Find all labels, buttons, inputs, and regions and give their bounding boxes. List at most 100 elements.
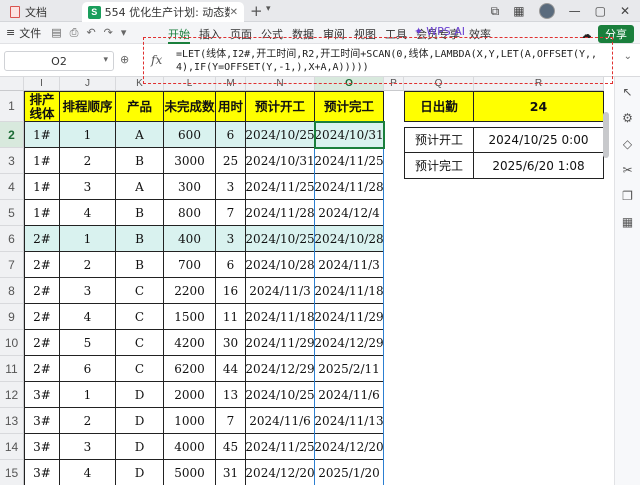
tab-view[interactable]: 视图 — [354, 26, 376, 44]
column-header-p[interactable]: P — [384, 77, 404, 91]
table-cell[interactable]: 800 — [164, 200, 216, 226]
tab-efficiency[interactable]: 效率 — [469, 26, 491, 44]
column-header-j[interactable]: J — [60, 77, 116, 91]
panel-value-daily[interactable]: 24 — [474, 91, 604, 122]
grid-view-icon[interactable]: ▦ — [513, 4, 524, 18]
header-cell-product[interactable]: 产品 — [116, 91, 164, 122]
row-header-5[interactable]: 5 — [0, 200, 24, 226]
panel-label-end[interactable]: 预计完工 — [404, 153, 474, 179]
tab-formula[interactable]: 公式 — [261, 26, 283, 44]
window-layout-icon[interactable]: ⧉ — [491, 4, 500, 19]
table-cell[interactable]: 1500 — [164, 304, 216, 330]
row-header-14[interactable]: 14 — [0, 434, 24, 460]
table-cell[interactable]: 6 — [60, 356, 116, 382]
tab-data[interactable]: 数据 — [292, 26, 314, 44]
table-cell[interactable]: 5 — [60, 330, 116, 356]
close-icon[interactable]: ✕ — [230, 7, 238, 18]
panel-value-start[interactable]: 2024/10/25 0:00 — [474, 127, 604, 153]
table-cell[interactable]: 13 — [216, 382, 246, 408]
row-header-2[interactable]: 2 — [0, 122, 24, 148]
row-header-6[interactable]: 6 — [0, 226, 24, 252]
row-header-8[interactable]: 8 — [0, 278, 24, 304]
table-cell[interactable]: 4200 — [164, 330, 216, 356]
copy-icon[interactable]: ❐ — [622, 189, 633, 203]
table-cell[interactable]: A — [116, 122, 164, 148]
panel-value-end[interactable]: 2025/6/20 1:08 — [474, 153, 604, 179]
table-cell[interactable]: 1000 — [164, 408, 216, 434]
table-cell[interactable]: 2024/12/20 — [246, 460, 315, 485]
header-cell-planned-start[interactable]: 预计开工 — [246, 91, 315, 122]
spreadsheet-grid[interactable]: I J K L M N O P Q R 1 2 3 4 5 6 7 8 9 10 11 12 13 14 15 排产线体 排程顺序产… — [0, 77, 605, 485]
table-cell[interactable]: 2# — [24, 356, 60, 382]
column-header-m[interactable]: M — [216, 77, 246, 91]
table-cell[interactable]: 2200 — [164, 278, 216, 304]
column-header-n[interactable]: N — [246, 77, 315, 91]
header-cell-line[interactable]: 排产线体 — [24, 91, 60, 122]
tab-current-file[interactable]: S 554 优化生产计划: 动态数组公式 ✕ — [82, 2, 244, 22]
chevron-down-icon[interactable]: ▾ — [266, 4, 271, 14]
table-cell[interactable]: 2024/11/3 — [315, 252, 384, 278]
table-cell[interactable]: B — [116, 200, 164, 226]
wps-ai-button[interactable]: ✦ WPS AI — [414, 25, 465, 38]
table-cell[interactable]: C — [116, 304, 164, 330]
table-cell[interactable]: 2024/11/18 — [315, 278, 384, 304]
table-cell[interactable]: 2024/12/4 — [315, 200, 384, 226]
table-cell[interactable]: 3# — [24, 408, 60, 434]
table-cell[interactable]: 2# — [24, 330, 60, 356]
table-cell[interactable]: 3000 — [164, 148, 216, 174]
table-cell[interactable]: 11 — [216, 304, 246, 330]
table-cell[interactable]: 2024/11/13 — [315, 408, 384, 434]
table-cell[interactable]: 3 — [216, 226, 246, 252]
table-cell[interactable]: 3 — [60, 174, 116, 200]
table-cell[interactable]: 2024/10/28 — [246, 252, 315, 278]
table-cell[interactable]: 400 — [164, 226, 216, 252]
table-cell[interactable]: 6 — [216, 252, 246, 278]
tab-tools[interactable]: 工具 — [385, 26, 407, 44]
chevron-down-icon[interactable]: ▾ — [121, 26, 127, 39]
table-cell[interactable]: 3 — [60, 278, 116, 304]
table-cell[interactable]: 7 — [216, 200, 246, 226]
table-cell[interactable]: 2# — [24, 252, 60, 278]
table-cell[interactable]: 2025/1/20 — [315, 460, 384, 485]
name-box[interactable]: O2 ▾ — [4, 51, 114, 71]
table-cell[interactable]: C — [116, 278, 164, 304]
table-cell[interactable]: 2024/12/29 — [246, 356, 315, 382]
chevron-down-icon[interactable]: ⌄ — [624, 51, 632, 62]
column-header-l[interactable]: L — [164, 77, 216, 91]
avatar[interactable] — [538, 3, 555, 19]
table-cell[interactable]: C — [116, 356, 164, 382]
table-cell[interactable]: 45 — [216, 434, 246, 460]
zoom-icon[interactable]: ⊕ — [120, 53, 129, 66]
shapes-icon[interactable]: ◇ — [623, 137, 632, 151]
table-cell[interactable]: 2024/10/25 — [246, 122, 315, 148]
table-cell[interactable]: B — [116, 252, 164, 278]
table-cell[interactable]: D — [116, 434, 164, 460]
header-cell-sequence[interactable]: 排程顺序 — [60, 91, 116, 122]
window-close-icon[interactable]: ✕ — [620, 4, 630, 18]
table-cell[interactable]: 2# — [24, 226, 60, 252]
minimize-icon[interactable]: — — [569, 4, 581, 18]
vertical-scrollbar[interactable] — [603, 112, 609, 158]
filter-icon[interactable]: ⚙ — [622, 111, 633, 125]
table-cell[interactable]: 300 — [164, 174, 216, 200]
panel-label-daily[interactable]: 日出勤 — [404, 91, 474, 122]
table-cell[interactable]: 25 — [216, 148, 246, 174]
table-cell[interactable]: 5000 — [164, 460, 216, 485]
row-header-1[interactable]: 1 — [0, 91, 24, 122]
table-cell[interactable]: C — [116, 330, 164, 356]
table-cell[interactable]: 6200 — [164, 356, 216, 382]
table-cell[interactable]: 2# — [24, 304, 60, 330]
table-cell[interactable]: 3 — [60, 434, 116, 460]
header-cell-planned-end[interactable]: 预计完工 — [315, 91, 384, 122]
table-cell[interactable]: D — [116, 408, 164, 434]
table-cell[interactable]: 2 — [60, 408, 116, 434]
table-cell[interactable]: 4000 — [164, 434, 216, 460]
save-icon[interactable]: ▤ — [51, 26, 61, 39]
undo-icon[interactable]: ↶ — [86, 26, 95, 39]
select-pointer-icon[interactable]: ↖ — [622, 85, 632, 99]
table-cell[interactable]: 2024/11/25 — [246, 174, 315, 200]
select-all-corner[interactable] — [0, 77, 24, 91]
row-header-13[interactable]: 13 — [0, 408, 24, 434]
table-cell[interactable]: B — [116, 226, 164, 252]
table-cell[interactable]: A — [116, 174, 164, 200]
